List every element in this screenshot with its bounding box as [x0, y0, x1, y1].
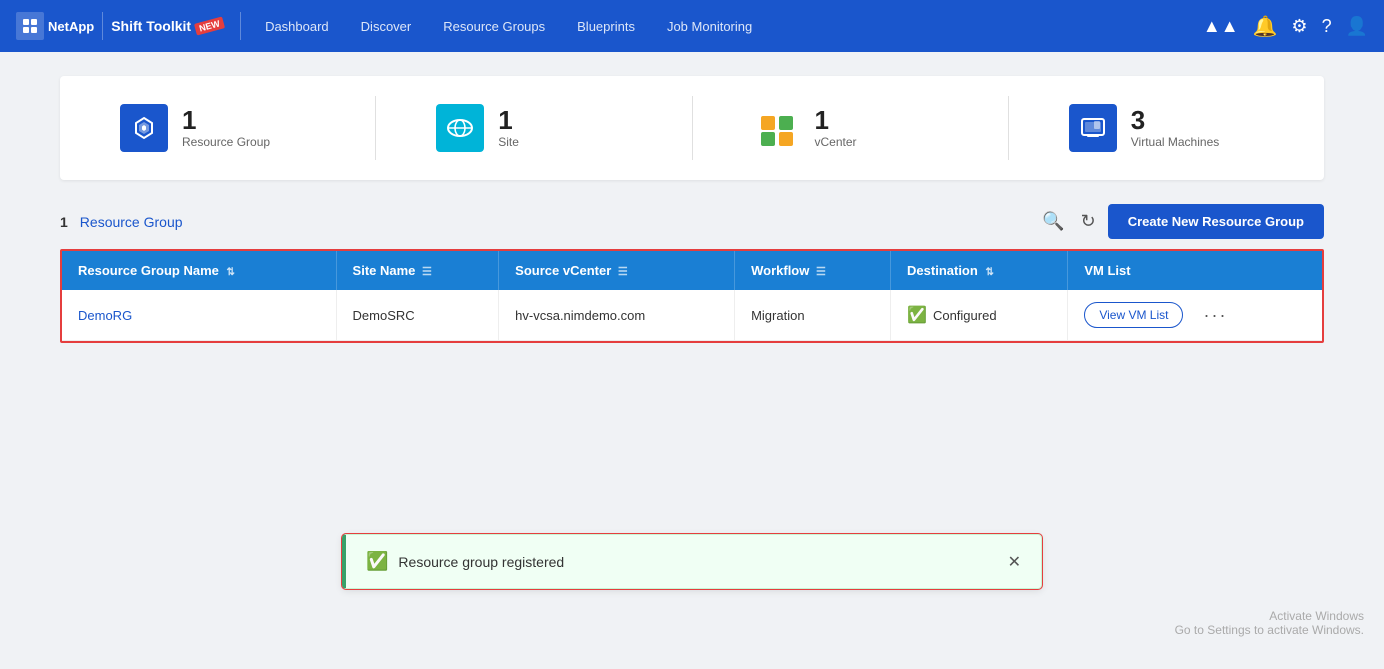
- section-header: 1 Resource Group 🔍 ↻ Create New Resource…: [60, 204, 1324, 239]
- sort-icon-dest: ⇅: [985, 267, 993, 278]
- netapp-logo: NetApp: [16, 12, 94, 40]
- search-button[interactable]: 🔍: [1038, 207, 1068, 236]
- toast-container: ✅ Resource group registered ✕: [342, 534, 1042, 589]
- cell-workflow: Migration: [735, 290, 891, 341]
- resource-group-table-container: Resource Group Name ⇅ Site Name ☰ Source…: [60, 249, 1324, 343]
- stat-vcenter: 1 vCenter: [692, 96, 1008, 160]
- table-header-row: Resource Group Name ⇅ Site Name ☰ Source…: [62, 251, 1322, 290]
- col-site-name[interactable]: Site Name ☰: [336, 251, 499, 290]
- stat-site-label: Site: [498, 135, 519, 149]
- nav-divider-1: [102, 12, 103, 40]
- stat-vm: 3 Virtual Machines: [1008, 96, 1324, 160]
- stat-site-text: 1 Site: [498, 107, 519, 149]
- stat-vcenter-count: 1: [815, 107, 857, 133]
- watermark-line1: Activate Windows: [1175, 609, 1364, 623]
- col-source-vcenter[interactable]: Source vCenter ☰: [499, 251, 735, 290]
- brand-name: NetApp: [48, 19, 94, 34]
- nav-blueprints[interactable]: Blueprints: [561, 0, 651, 52]
- toast-close-button[interactable]: ✕: [1008, 552, 1021, 572]
- table-row: DemoRG DemoSRC hv-vcsa.nimdemo.com Migra…: [62, 290, 1322, 341]
- filter-icon-workflow: ☰: [816, 266, 826, 278]
- section-title-area: 1 Resource Group: [60, 214, 183, 230]
- toast-left: ✅ Resource group registered: [366, 551, 564, 572]
- stats-card: 1 Resource Group 1 Site: [60, 76, 1324, 180]
- cell-site: DemoSRC: [336, 290, 499, 341]
- nav-links: Dashboard Discover Resource Groups Bluep…: [249, 0, 1203, 52]
- col-vm-list[interactable]: VM List: [1068, 251, 1322, 290]
- col-workflow[interactable]: Workflow ☰: [735, 251, 891, 290]
- new-badge: NEW: [194, 16, 225, 35]
- bell-icon[interactable]: ▲▲: [1203, 16, 1239, 37]
- stat-vm-text: 3 Virtual Machines: [1131, 107, 1220, 149]
- watermark-line2: Go to Settings to activate Windows.: [1175, 623, 1364, 637]
- cell-vcenter: hv-vcsa.nimdemo.com: [499, 290, 735, 341]
- stat-vcenter-label: vCenter: [815, 135, 857, 149]
- stat-vm-label: Virtual Machines: [1131, 135, 1220, 149]
- toast-message: Resource group registered: [398, 554, 564, 570]
- col-resource-group-name[interactable]: Resource Group Name ⇅: [62, 251, 336, 290]
- filter-icon-vcenter: ☰: [618, 266, 628, 278]
- refresh-button[interactable]: ↻: [1077, 207, 1100, 236]
- cell-vm-list: View VM List ···: [1068, 290, 1322, 340]
- nav-resource-groups[interactable]: Resource Groups: [427, 0, 561, 52]
- rg-name-link[interactable]: DemoRG: [78, 308, 132, 323]
- user-icon[interactable]: 👤: [1346, 16, 1368, 37]
- site-icon: [436, 104, 484, 152]
- toast-check-icon: ✅: [366, 551, 388, 572]
- view-vm-list-button[interactable]: View VM List: [1084, 302, 1183, 328]
- vcenter-icon: [753, 104, 801, 152]
- nav-divider-2: [240, 12, 241, 40]
- more-options-button[interactable]: ···: [1203, 305, 1227, 326]
- stat-resource-group-text: 1 Resource Group: [182, 107, 270, 149]
- nav-discover[interactable]: Discover: [345, 0, 428, 52]
- section-count: 1: [60, 214, 68, 230]
- stat-vm-count: 3: [1131, 107, 1220, 133]
- section-actions: 🔍 ↻ Create New Resource Group: [1038, 204, 1324, 239]
- netapp-logo-icon: [16, 12, 44, 40]
- stat-vcenter-text: 1 vCenter: [815, 107, 857, 149]
- col-destination[interactable]: Destination ⇅: [891, 251, 1068, 290]
- stat-site-count: 1: [498, 107, 519, 133]
- cell-destination: ✅ Configured: [891, 290, 1068, 341]
- check-icon: ✅: [907, 305, 927, 325]
- nav-job-monitoring[interactable]: Job Monitoring: [651, 0, 768, 52]
- windows-watermark: Activate Windows Go to Settings to activ…: [1175, 609, 1364, 637]
- product-name: Shift Toolkit NEW: [111, 18, 224, 34]
- destination-status: ✅ Configured: [907, 305, 1051, 325]
- filter-icon-site: ☰: [422, 266, 432, 278]
- nav-actions: ▲▲ 🔔 ⚙ ? 👤: [1203, 14, 1368, 39]
- nav-dashboard[interactable]: Dashboard: [249, 0, 345, 52]
- notification-icon[interactable]: 🔔: [1253, 14, 1278, 39]
- help-icon[interactable]: ?: [1322, 16, 1332, 37]
- settings-icon[interactable]: ⚙: [1291, 16, 1307, 37]
- stat-resource-group-label: Resource Group: [182, 135, 270, 149]
- toast-notification: ✅ Resource group registered ✕: [342, 534, 1042, 589]
- sort-icon-name: ⇅: [227, 267, 235, 278]
- stat-site: 1 Site: [375, 96, 691, 160]
- cell-rg-name: DemoRG: [62, 290, 336, 341]
- stat-resource-group: 1 Resource Group: [60, 96, 375, 160]
- stat-resource-group-count: 1: [182, 107, 270, 133]
- resource-group-table: Resource Group Name ⇅ Site Name ☰ Source…: [62, 251, 1322, 341]
- navbar: NetApp Shift Toolkit NEW Dashboard Disco…: [0, 0, 1384, 52]
- create-resource-group-button[interactable]: Create New Resource Group: [1108, 204, 1324, 239]
- resource-group-icon: [120, 104, 168, 152]
- destination-text: Configured: [933, 308, 997, 323]
- section-label: Resource Group: [80, 214, 183, 230]
- main-content: 1 Resource Group 1 Site: [0, 52, 1384, 367]
- vm-icon: [1069, 104, 1117, 152]
